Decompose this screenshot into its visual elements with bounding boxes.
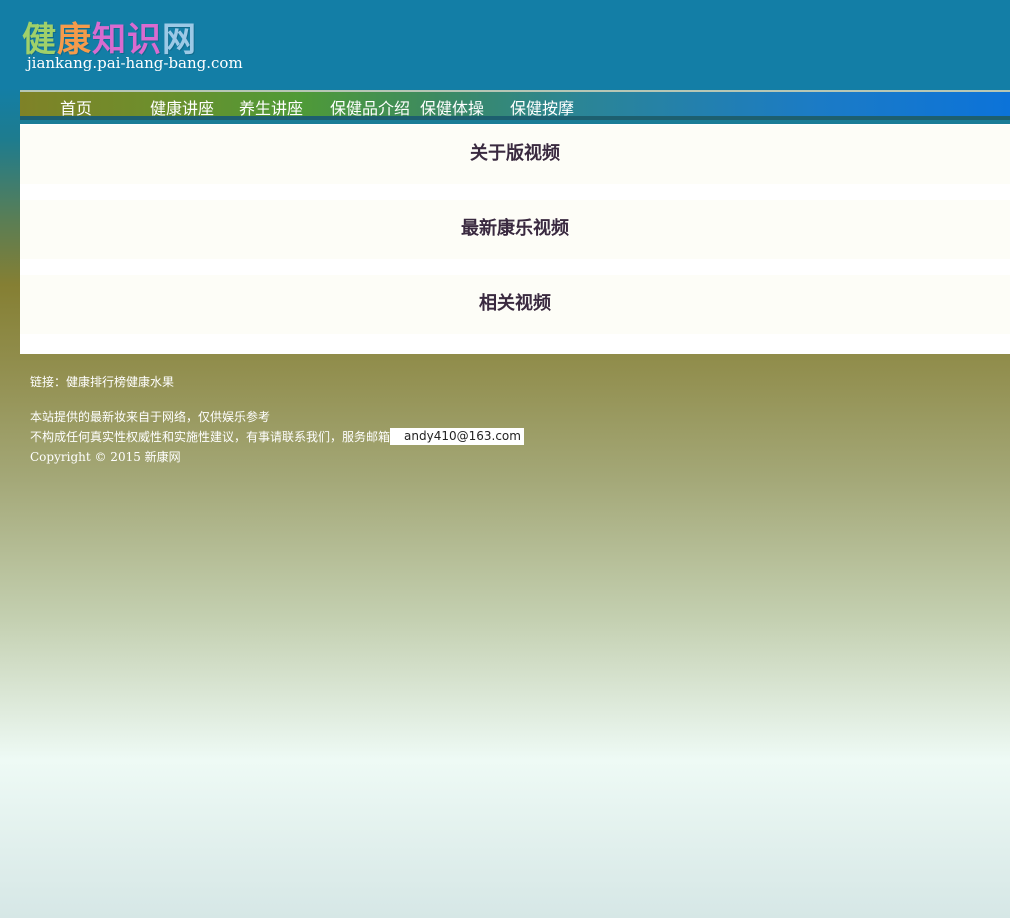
copyright: Copyright © 2015 新康网: [30, 450, 181, 464]
section-related-videos: 相关视频: [20, 275, 1010, 334]
main-nav: 首页 健康讲座 养生讲座 保健品介绍 保健体操 保健按摩: [20, 90, 1010, 120]
section-title: 最新康乐视频: [461, 218, 569, 239]
nav-item-exercise[interactable]: 保健体操: [420, 95, 484, 119]
links-label: 链接：: [30, 375, 67, 389]
nav-item-health-lectures[interactable]: 健康讲座: [150, 95, 214, 119]
disclaimer-line-2: 不构成任何真实性权威性和实施性建议，有事请联系我们，服务邮箱 andy410@16…: [30, 428, 525, 445]
disclaimer-text: 不构成任何真实性权威性和实施性建议，有事请联系我们，服务邮箱: [30, 430, 391, 444]
footer-links: 链接：健康排行榜健康水果: [30, 373, 174, 390]
logo-url: jiankang.pai-hang-bang.com: [27, 54, 243, 72]
section-title: 关于版视频: [470, 143, 560, 164]
section-latest-videos: 最新康乐视频: [20, 200, 1010, 259]
nav-item-massage[interactable]: 保健按摩: [510, 95, 574, 119]
main-content: 关于版视频 最新康乐视频 相关视频: [20, 124, 1010, 354]
nav-item-wellness-lectures[interactable]: 养生讲座: [239, 95, 303, 119]
section-about-videos: 关于版视频: [20, 125, 1010, 184]
section-title: 相关视频: [479, 293, 551, 314]
link-health-fruit[interactable]: 健康水果: [126, 375, 174, 389]
nav-item-supplements[interactable]: 保健品介绍: [330, 95, 410, 119]
disclaimer-line-1: 本站提供的最新妆来自于网络，仅供娱乐参考: [30, 410, 271, 424]
site-logo[interactable]: 健康知识网 jiankang.pai-hang-bang.com: [22, 12, 243, 78]
service-email[interactable]: andy410@163.com: [390, 428, 525, 445]
nav-item-home[interactable]: 首页: [60, 95, 92, 119]
link-health-ranking[interactable]: 健康排行榜: [66, 375, 126, 389]
